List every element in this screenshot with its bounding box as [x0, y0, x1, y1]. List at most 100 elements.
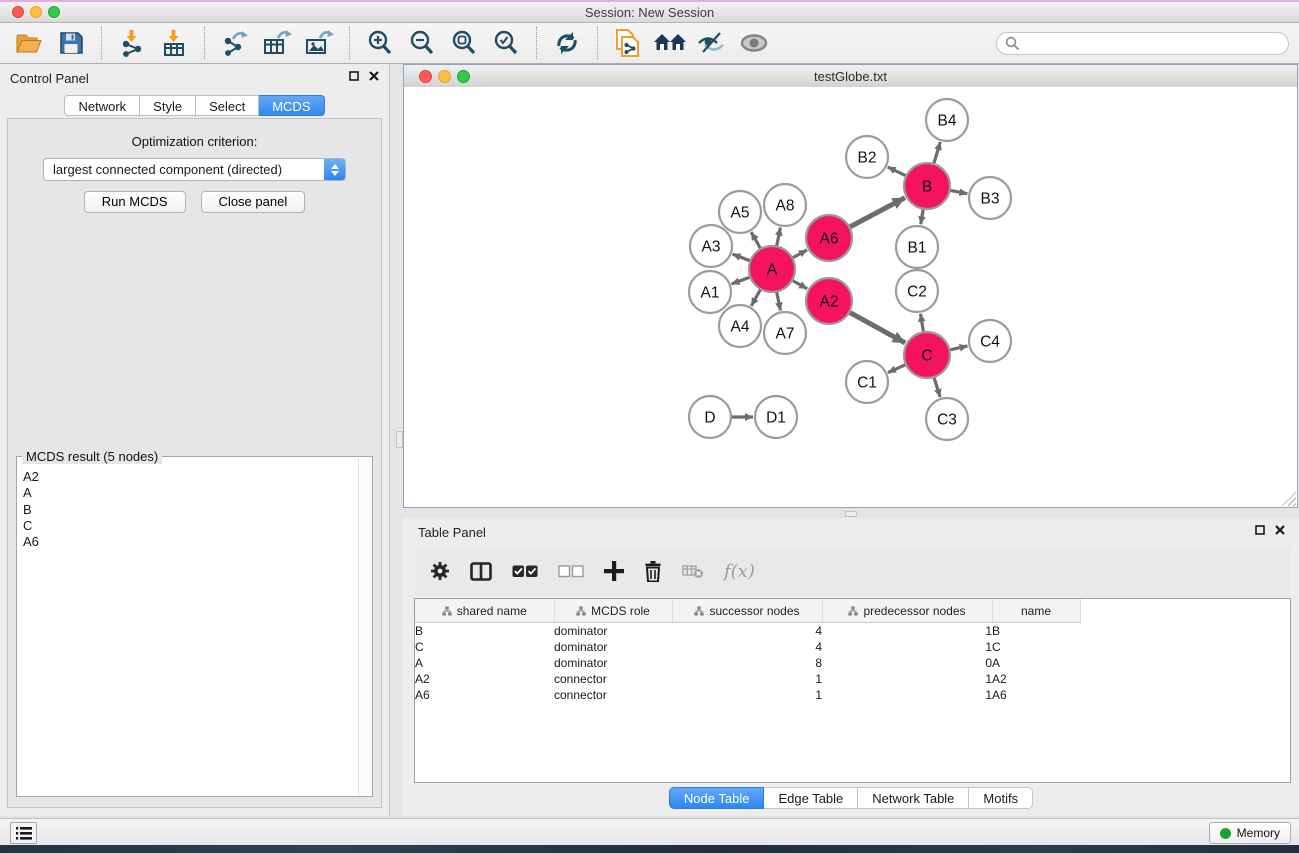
- hide-panel-eye-icon[interactable]: [695, 26, 729, 60]
- cell[interactable]: B: [415, 623, 554, 640]
- mcds-tab-content: Optimization criterion: largest connecte…: [7, 118, 382, 808]
- mcds-result-item[interactable]: A2: [23, 469, 358, 485]
- table-row[interactable]: Bdominator41B: [415, 623, 1290, 640]
- cell[interactable]: 4: [672, 639, 822, 655]
- cell[interactable]: connector: [554, 671, 672, 687]
- save-session-icon[interactable]: [54, 26, 88, 60]
- export-network-icon[interactable]: [218, 26, 252, 60]
- open-session-icon[interactable]: [12, 26, 46, 60]
- zoom-out-icon[interactable]: [405, 26, 439, 60]
- cell[interactable]: C: [415, 639, 554, 655]
- refresh-icon[interactable]: [550, 26, 584, 60]
- cell[interactable]: dominator: [554, 655, 672, 671]
- cell[interactable]: 1: [822, 639, 992, 655]
- run-mcds-button[interactable]: Run MCDS: [84, 191, 186, 213]
- mcds-result-item[interactable]: B: [23, 502, 358, 518]
- float-panel-icon[interactable]: [349, 71, 359, 81]
- show-column-panel-icon[interactable]: [470, 562, 492, 581]
- column-header-shared-name[interactable]: shared name: [415, 599, 554, 623]
- export-image-icon[interactable]: [302, 26, 336, 60]
- table-row[interactable]: Adominator80A: [415, 655, 1290, 671]
- network-canvas[interactable]: B4B2BB3A5A8A6A3B1AA1C2A2A4A7C4CC1DD1C3: [404, 87, 1297, 507]
- cell[interactable]: A2: [415, 671, 554, 687]
- zoom-fit-icon[interactable]: [447, 26, 481, 60]
- memory-status-icon: [1220, 828, 1231, 839]
- cell[interactable]: A2: [992, 671, 1080, 687]
- cell[interactable]: A: [415, 655, 554, 671]
- clone-network-icon[interactable]: [611, 26, 645, 60]
- deselect-all-icon[interactable]: [558, 565, 584, 578]
- zoom-in-icon[interactable]: [363, 26, 397, 60]
- home-view-icon[interactable]: [653, 26, 687, 60]
- network-window-titlebar[interactable]: testGlobe.txt: [404, 65, 1297, 88]
- cell[interactable]: A: [992, 655, 1080, 671]
- tab-edge-table[interactable]: Edge Table: [764, 787, 858, 809]
- criterion-select[interactable]: largest connected component (directed): [43, 158, 346, 181]
- control-panel-tabs: NetworkStyleSelectMCDS: [0, 95, 389, 116]
- tab-style[interactable]: Style: [140, 95, 196, 116]
- tab-mcds[interactable]: MCDS: [259, 95, 324, 116]
- cell[interactable]: 1: [822, 671, 992, 687]
- table-toolbar: f(x): [415, 546, 1290, 596]
- column-header-successor-nodes[interactable]: successor nodes: [672, 599, 822, 623]
- import-table-icon[interactable]: [157, 26, 191, 60]
- cell[interactable]: 0: [822, 655, 992, 671]
- table-row[interactable]: Cdominator41C: [415, 639, 1290, 655]
- import-network-icon[interactable]: [115, 26, 149, 60]
- network-graph[interactable]: B4B2BB3A5A8A6A3B1AA1C2A2A4A7C4CC1DD1C3: [404, 87, 1297, 507]
- cell[interactable]: 8: [672, 655, 822, 671]
- tab-select[interactable]: Select: [196, 95, 259, 116]
- table-row[interactable]: A6connector11A6: [415, 687, 1290, 703]
- select-all-icon[interactable]: [512, 565, 538, 578]
- result-list-scrollbar[interactable]: [358, 458, 371, 795]
- node-table[interactable]: shared nameMCDS rolesuccessor nodesprede…: [414, 598, 1291, 783]
- cell[interactable]: 1: [672, 671, 822, 687]
- cell[interactable]: 1: [672, 687, 822, 703]
- cell[interactable]: connector: [554, 687, 672, 703]
- export-table-icon[interactable]: [260, 26, 294, 60]
- close-panel-button[interactable]: Close panel: [201, 191, 306, 213]
- tab-network[interactable]: Network: [64, 95, 140, 116]
- cell[interactable]: C: [992, 639, 1080, 655]
- zoom-selected-icon[interactable]: [489, 26, 523, 60]
- cell[interactable]: 4: [672, 623, 822, 640]
- mcds-result-list[interactable]: A2ABCA6: [17, 465, 358, 794]
- search-input[interactable]: [996, 32, 1289, 55]
- toolbar-separator: [597, 27, 599, 59]
- tab-node-table[interactable]: Node Table: [669, 787, 765, 809]
- float-panel-icon[interactable]: [1255, 525, 1265, 535]
- mcds-result-item[interactable]: A6: [23, 534, 358, 550]
- table-panel-title: Table Panel: [418, 525, 486, 540]
- cell[interactable]: 1: [822, 687, 992, 703]
- close-panel-icon[interactable]: [369, 71, 379, 81]
- split-divider-handle[interactable]: [396, 431, 403, 448]
- cell[interactable]: B: [992, 623, 1080, 640]
- tab-motifs[interactable]: Motifs: [969, 787, 1033, 809]
- graph-node-label: C2: [907, 284, 927, 301]
- cell-filler: [1080, 639, 1290, 655]
- delete-row-trash-icon[interactable]: [644, 561, 662, 582]
- delete-table-icon[interactable]: [682, 564, 704, 579]
- cell[interactable]: 1: [822, 623, 992, 640]
- close-panel-icon[interactable]: [1275, 525, 1285, 535]
- mcds-result-item[interactable]: A: [23, 485, 358, 501]
- cell[interactable]: A6: [992, 687, 1080, 703]
- apply-function-icon[interactable]: f(x): [724, 561, 755, 582]
- table-row[interactable]: A2connector11A2: [415, 671, 1290, 687]
- split-divider-handle[interactable]: [845, 511, 857, 517]
- column-header-predecessor-nodes[interactable]: predecessor nodes: [822, 599, 992, 623]
- column-settings-gear-icon[interactable]: [430, 561, 450, 581]
- column-header-name[interactable]: name: [992, 599, 1080, 623]
- tab-network-table[interactable]: Network Table: [858, 787, 969, 809]
- cell[interactable]: dominator: [554, 639, 672, 655]
- column-header-MCDS-role[interactable]: MCDS role: [554, 599, 672, 623]
- show-panel-eye-icon[interactable]: [737, 26, 771, 60]
- select-stepper-icon[interactable]: [324, 159, 345, 180]
- memory-button[interactable]: Memory: [1209, 822, 1291, 844]
- cell-filler: [1080, 671, 1290, 687]
- mcds-result-item[interactable]: C: [23, 518, 358, 534]
- cell[interactable]: A6: [415, 687, 554, 703]
- add-row-icon[interactable]: [604, 561, 624, 581]
- task-history-button[interactable]: [10, 822, 37, 844]
- cell[interactable]: dominator: [554, 623, 672, 640]
